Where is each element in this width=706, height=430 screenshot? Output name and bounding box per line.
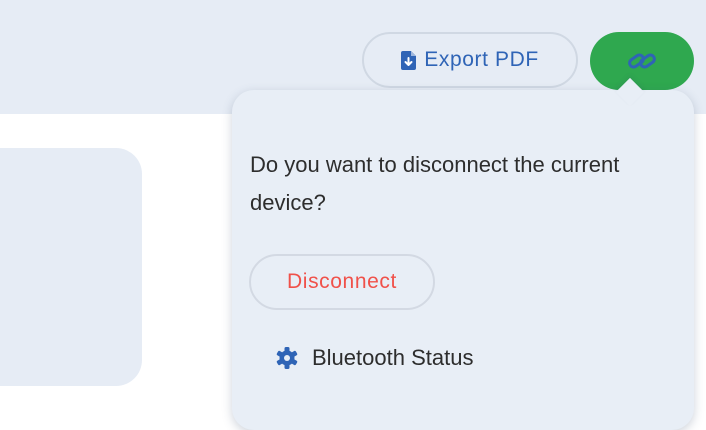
file-pdf-icon xyxy=(401,50,417,70)
device-link-button[interactable] xyxy=(590,32,694,90)
content-card xyxy=(0,148,142,386)
disconnect-message: Do you want to disconnect the current de… xyxy=(250,152,620,215)
bluetooth-status-link[interactable]: Bluetooth Status xyxy=(276,340,473,376)
link-icon xyxy=(627,50,657,72)
export-pdf-label: Export PDF xyxy=(424,48,539,71)
gear-icon xyxy=(276,347,298,369)
export-pdf-button[interactable]: Export PDF xyxy=(362,32,578,88)
disconnect-button[interactable]: Disconnect xyxy=(249,254,435,310)
bluetooth-status-label: Bluetooth Status xyxy=(312,345,474,370)
